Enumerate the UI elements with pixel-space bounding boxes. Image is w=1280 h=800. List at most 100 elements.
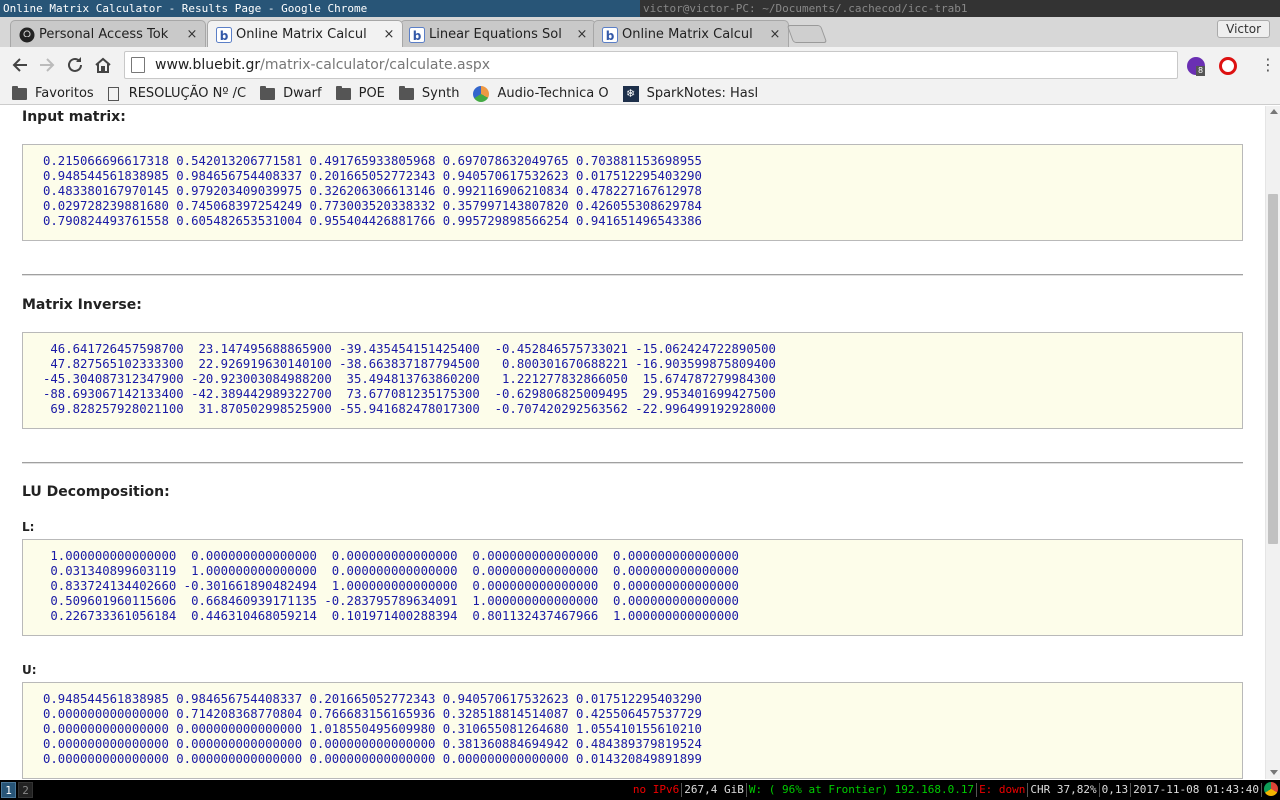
reload-button[interactable] <box>64 54 86 76</box>
page-info-icon[interactable] <box>131 57 145 73</box>
bookmark-poe[interactable]: POE <box>335 85 385 101</box>
u-matrix-box: 0.948544561838985 0.984656754408337 0.20… <box>22 682 1243 779</box>
forward-arrow-icon <box>40 58 55 72</box>
l-matrix-label: L: <box>22 520 35 534</box>
menu-dots-icon[interactable]: ⋮ <box>1260 56 1276 74</box>
tab-title: Online Matrix Calcul <box>236 26 367 42</box>
page-content: Input matrix: 0.215066696617318 0.542013… <box>0 106 1265 779</box>
address-bar[interactable]: www.bluebit.gr/matrix-calculator/calcula… <box>124 51 1178 79</box>
load-status: 0,13 <box>1100 783 1132 797</box>
svg-text:b: b <box>220 29 229 43</box>
matrix-row: -45.304087312347900 -20.923003084988200 … <box>43 372 776 386</box>
input-matrix-box: 0.215066696617318 0.542013206771581 0.49… <box>22 144 1243 241</box>
github-icon <box>19 27 35 43</box>
ethernet-status: E: down <box>977 783 1029 797</box>
workspace-2-button[interactable]: 2 <box>18 782 33 798</box>
tab-close-icon[interactable]: × <box>575 27 589 42</box>
bookmarks-bar: Favoritos RESOLUÇÃO Nº /C Dwarf POE Synt… <box>0 83 1280 105</box>
status-line: no IPv6 267,4 GiB W: ( 96% at Frontier) … <box>631 783 1262 797</box>
sparknotes-icon: ❄ <box>622 85 639 102</box>
url-host: www.bluebit.gr <box>155 57 261 73</box>
folder-icon <box>398 85 414 100</box>
tab-personal-access-tokens[interactable]: Personal Access Tok × <box>10 20 206 47</box>
bluebit-icon: b <box>602 27 618 43</box>
window-title: Online Matrix Calculator - Results Page … <box>0 0 640 17</box>
inverse-matrix-box: 46.641726457598700 23.147495688865900 -3… <box>22 332 1243 429</box>
matrix-row: 0.790824493761558 0.605482653531004 0.95… <box>43 214 702 228</box>
matrix-row: 0.948544561838985 0.984656754408337 0.20… <box>43 169 702 183</box>
disk-status: 267,4 GiB <box>682 783 747 797</box>
back-button[interactable] <box>9 54 31 76</box>
terminal-window-title[interactable]: victor@victor-PC: ~/Documents/.cachecod/… <box>640 0 1280 17</box>
url-path: /matrix-calculator/calculate.aspx <box>260 57 491 73</box>
tab-close-icon[interactable]: × <box>768 27 782 42</box>
svg-text:b: b <box>606 29 615 43</box>
page-scrollbar[interactable] <box>1265 106 1280 779</box>
scrollbar-thumb[interactable] <box>1268 194 1278 544</box>
tab-close-icon[interactable]: × <box>185 27 199 42</box>
extension-icon[interactable]: 8 <box>1187 57 1206 76</box>
matrix-row: 0.226733361056184 0.446310468059214 0.10… <box>43 609 739 623</box>
tab-online-matrix-calculator-2[interactable]: b Online Matrix Calcul × <box>593 20 789 47</box>
section-divider <box>22 462 1243 464</box>
bookmark-sparknotes[interactable]: ❄ SparkNotes: Hasl <box>622 85 758 102</box>
reload-icon <box>68 57 82 72</box>
tab-online-matrix-calculator[interactable]: b Online Matrix Calcul × <box>207 20 403 47</box>
battery-status: CHR 37,82% <box>1028 783 1100 797</box>
audio-technica-icon <box>473 85 490 102</box>
matrix-row: 0.031340899603119 1.000000000000000 0.00… <box>43 564 739 578</box>
tab-title: Linear Equations Sol <box>429 26 562 42</box>
os-status-bar: 1 2 no IPv6 267,4 GiB W: ( 96% at Fronti… <box>0 780 1280 800</box>
matrix-row: 1.000000000000000 0.000000000000000 0.00… <box>43 549 739 563</box>
matrix-row: 0.000000000000000 0.714208368770804 0.76… <box>43 707 702 721</box>
matrix-row: 0.483380167970145 0.979203409039975 0.32… <box>43 184 702 198</box>
folder-icon <box>12 85 27 100</box>
svg-text:b: b <box>413 29 422 43</box>
tab-strip: Personal Access Tok × b Online Matrix Ca… <box>0 17 1280 47</box>
matrix-row: 0.000000000000000 0.000000000000000 0.00… <box>43 752 702 766</box>
matrix-row: 69.828257928021100 31.870502998525900 -5… <box>43 402 776 416</box>
forward-button[interactable] <box>36 54 58 76</box>
extension-badge: 8 <box>1196 66 1206 76</box>
matrix-row: -88.693067142133400 -42.389442989322700 … <box>43 387 776 401</box>
matrix-row: 0.833724134402660 -0.301661890482494 1.0… <box>43 579 739 593</box>
bluebit-icon: b <box>216 27 232 43</box>
profile-button[interactable]: Victor <box>1217 20 1270 38</box>
bookmark-audio-technica[interactable]: Audio-Technica O <box>473 85 609 102</box>
chrome-tray-icon[interactable] <box>1264 782 1278 796</box>
tab-linear-equations-solver[interactable]: b Linear Equations Sol × <box>400 20 596 47</box>
browser-toolbar: www.bluebit.gr/matrix-calculator/calcula… <box>0 47 1280 83</box>
bookmark-favoritos[interactable]: Favoritos <box>12 85 94 101</box>
scroll-down-arrow-icon[interactable] <box>1270 770 1278 775</box>
section-divider <box>22 274 1243 276</box>
matrix-row: 0.000000000000000 0.000000000000000 0.00… <box>43 737 702 751</box>
datetime-status: 2017-11-08 01:43:40 <box>1131 783 1262 797</box>
matrix-row: 47.827565102333300 22.926919630140100 -3… <box>43 357 776 371</box>
home-button[interactable] <box>92 54 114 76</box>
new-tab-button[interactable] <box>786 25 828 43</box>
bluebit-icon: b <box>409 27 425 43</box>
tab-title: Online Matrix Calcul <box>622 26 753 42</box>
page-icon <box>107 86 119 101</box>
tab-title: Personal Access Tok <box>39 26 169 42</box>
l-matrix-box: 1.000000000000000 0.000000000000000 0.00… <box>22 539 1243 636</box>
home-icon <box>95 57 111 73</box>
matrix-row: 46.641726457598700 23.147495688865900 -3… <box>43 342 776 356</box>
back-arrow-icon <box>12 58 27 72</box>
ipv6-status: no IPv6 <box>631 783 683 797</box>
bookmark-dwarf[interactable]: Dwarf <box>260 85 322 101</box>
bookmark-resolucao[interactable]: RESOLUÇÃO Nº /C <box>107 86 246 101</box>
u-matrix-label: U: <box>22 663 37 677</box>
matrix-inverse-heading: Matrix Inverse: <box>22 297 142 313</box>
matrix-row: 0.948544561838985 0.984656754408337 0.20… <box>43 692 702 706</box>
scroll-up-arrow-icon[interactable] <box>1270 109 1278 114</box>
input-matrix-heading: Input matrix: <box>22 109 126 125</box>
workspace-1-button[interactable]: 1 <box>1 782 16 798</box>
matrix-row: 0.000000000000000 0.000000000000000 1.01… <box>43 722 702 736</box>
tab-close-icon[interactable]: × <box>382 27 396 42</box>
bookmark-synth[interactable]: Synth <box>398 85 459 101</box>
matrix-row: 0.029728239881680 0.745068397254249 0.77… <box>43 199 702 213</box>
opera-icon[interactable] <box>1219 57 1237 75</box>
folder-icon <box>260 85 276 100</box>
folder-icon <box>335 85 351 100</box>
